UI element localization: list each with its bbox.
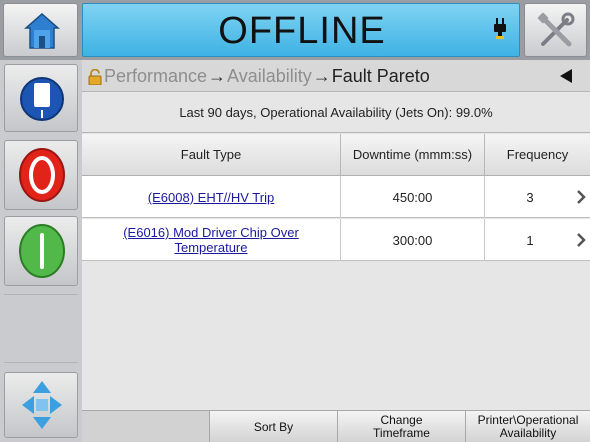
status-banner: OFFLINE xyxy=(82,3,520,57)
navigation-arrows-icon xyxy=(22,381,62,429)
table-row[interactable]: (E6008) EHT//HV Trip 450:00 3 xyxy=(82,176,590,218)
column-header-fault-type[interactable]: Fault Type xyxy=(82,134,341,176)
column-header-downtime[interactable]: Downtime (mmm:ss) xyxy=(341,134,485,176)
printer-status: OFFLINE xyxy=(218,10,386,52)
table-empty-area xyxy=(82,262,590,410)
home-button[interactable] xyxy=(3,3,78,57)
start-button[interactable] xyxy=(4,216,78,286)
fault-link[interactable]: (E6016) Mod Driver Chip Over Temperature xyxy=(116,225,306,255)
rail-divider xyxy=(4,362,78,363)
rail-divider xyxy=(4,294,78,295)
breadcrumb-separator: → xyxy=(208,66,227,86)
printer-info-icon xyxy=(20,77,64,121)
printer-operational-availability-button[interactable]: Printer\Operational Availability xyxy=(465,411,590,442)
breadcrumb: Performance → Availability → Fault Paret… xyxy=(82,60,590,92)
main-panel: Performance → Availability → Fault Paret… xyxy=(82,60,590,442)
top-bar: OFFLINE xyxy=(0,0,590,60)
breadcrumb-separator: → xyxy=(312,66,331,86)
table-header: Fault Type Downtime (mmm:ss) Frequency xyxy=(82,134,590,176)
printer-info-button[interactable] xyxy=(4,64,78,132)
stop-icon xyxy=(19,148,65,202)
home-icon xyxy=(24,13,60,49)
frequency-cell: 3 xyxy=(526,189,534,205)
downtime-cell: 450:00 xyxy=(341,176,485,218)
fault-type-cell: (E6008) EHT//HV Trip xyxy=(82,176,341,218)
navigation-button[interactable] xyxy=(4,372,78,438)
breadcrumb-current: Fault Pareto xyxy=(331,66,430,86)
printer-operational-availability-label: Printer\Operational Availability xyxy=(477,413,579,440)
availability-summary: Last 90 days, Operational Availability (… xyxy=(82,93,590,133)
downtime-cell: 300:00 xyxy=(341,219,485,261)
stop-button[interactable] xyxy=(4,140,78,210)
breadcrumb-item-availability[interactable]: Availability xyxy=(227,66,312,87)
table-row[interactable]: (E6016) Mod Driver Chip Over Temperature… xyxy=(82,219,590,261)
sort-by-button[interactable]: Sort By xyxy=(209,411,337,442)
tools-icon xyxy=(537,12,575,47)
plug-icon xyxy=(494,18,506,39)
chevron-right-icon[interactable] xyxy=(576,232,586,248)
lock-icon xyxy=(88,68,102,85)
bottom-toolbar: Sort By Change Timeframe Printer\Operati… xyxy=(82,410,590,442)
back-arrow-icon[interactable] xyxy=(560,69,572,83)
fault-type-cell: (E6016) Mod Driver Chip Over Temperature xyxy=(82,219,341,261)
start-icon xyxy=(19,224,65,278)
frequency-cell: 1 xyxy=(526,232,534,248)
change-timeframe-button[interactable]: Change Timeframe xyxy=(337,411,465,442)
breadcrumb-item-performance[interactable]: Performance xyxy=(104,66,207,87)
column-header-frequency[interactable]: Frequency xyxy=(485,134,590,176)
fault-link[interactable]: (E6008) EHT//HV Trip xyxy=(148,190,274,205)
tools-button[interactable] xyxy=(524,3,587,57)
change-timeframe-label: Change Timeframe xyxy=(373,413,430,440)
chevron-right-icon[interactable] xyxy=(576,189,586,205)
left-rail xyxy=(0,60,82,442)
